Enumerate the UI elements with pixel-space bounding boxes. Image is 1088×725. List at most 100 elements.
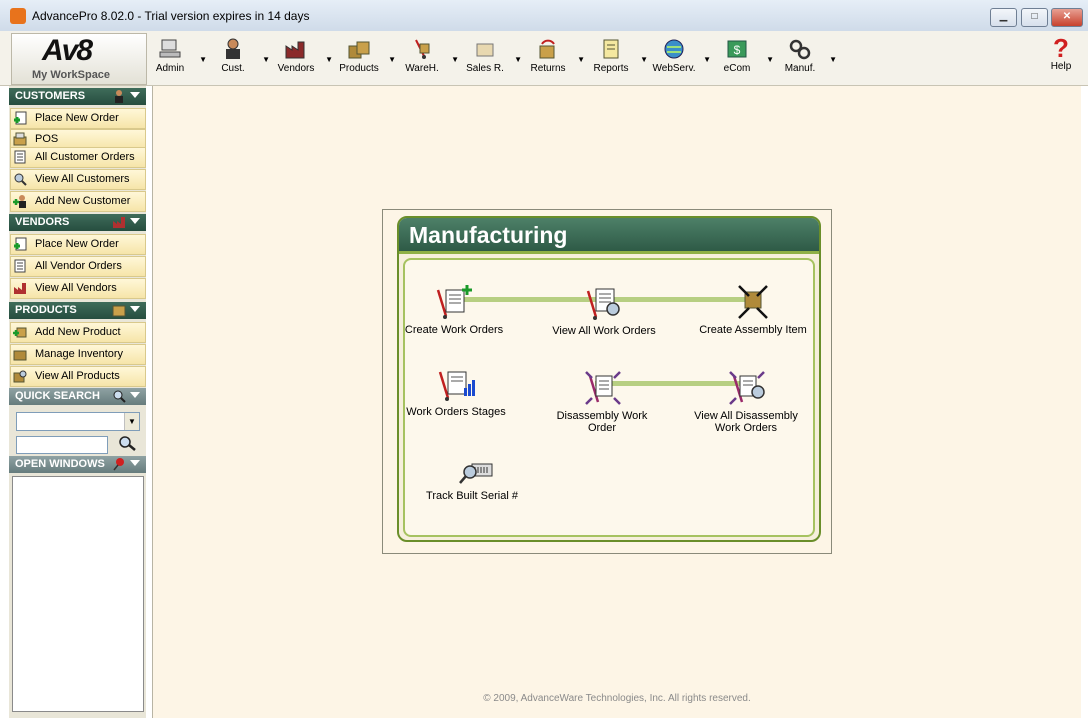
sidebar-customer-view-all[interactable]: View All Customers — [10, 169, 146, 190]
collapse-arrow-icon[interactable] — [130, 392, 140, 398]
create-work-orders-link[interactable]: Create Work Orders — [399, 284, 509, 336]
av8-logo[interactable]: Av8 My WorkSpace — [11, 33, 147, 85]
manufacturing-body: Create Work Orders View All Work Orders … — [403, 258, 815, 537]
quick-search-type-select[interactable]: ▼ — [16, 412, 140, 431]
toolbar-products[interactable]: Products ▼ — [331, 35, 396, 83]
sidebar-customer-all-orders[interactable]: All Customer Orders — [10, 147, 146, 168]
help-icon: ? — [1053, 33, 1069, 63]
sidebar-vendor-all-orders[interactable]: All Vendor Orders — [10, 256, 146, 277]
sidebar-item-label: Add New Product — [35, 326, 121, 338]
sidebar-item-label: All Vendor Orders — [35, 260, 122, 272]
toolbar-label: Returns — [530, 63, 566, 74]
toolbar-customers[interactable]: Cust. ▼ — [205, 35, 270, 83]
collapse-arrow-icon[interactable] — [130, 92, 140, 98]
returns-icon — [539, 39, 555, 59]
add-customer-icon — [13, 195, 26, 208]
sidebar-vendor-view-all[interactable]: View All Vendors — [10, 278, 146, 299]
serial-search-icon — [459, 463, 493, 484]
main-workspace: Manufacturing Create Work Orders View Al… — [152, 86, 1081, 718]
toolbar-reports[interactable]: Reports ▼ — [583, 35, 648, 83]
view-work-orders-icon — [586, 288, 620, 320]
sidebar-product-add-new[interactable]: Add New Product — [10, 322, 146, 343]
svg-text:$: $ — [734, 43, 741, 57]
open-windows-list[interactable] — [12, 476, 144, 712]
manufacturing-gears-icon — [789, 39, 811, 60]
products-section-header[interactable]: PRODUCTS — [9, 302, 146, 319]
open-windows-header[interactable]: OPEN WINDOWS — [9, 456, 146, 473]
title-bar: AdvancePro 8.02.0 - Trial version expire… — [0, 0, 1088, 32]
sidebar-customer-add-new[interactable]: Add New Customer — [10, 191, 146, 212]
sidebar-item-label: Manage Inventory — [35, 348, 124, 360]
collapse-arrow-icon[interactable] — [130, 218, 140, 224]
section-title: OPEN WINDOWS — [15, 458, 105, 470]
product-box-icon — [112, 305, 126, 317]
add-order-icon — [14, 111, 27, 125]
customer-search-icon — [14, 173, 27, 186]
maximize-button[interactable]: □ — [1021, 8, 1048, 27]
admin-computer-icon — [159, 39, 181, 58]
work-order-stages-icon — [438, 371, 475, 401]
work-orders-stages-link[interactable]: Work Orders Stages — [401, 366, 511, 418]
disassembly-work-order-link[interactable]: Disassembly Work Order — [547, 370, 657, 434]
section-title: VENDORS — [15, 216, 70, 228]
track-built-serial-label: Track Built Serial # — [426, 490, 518, 502]
help-label: Help — [1050, 61, 1072, 72]
copyright-text: © 2009, AdvanceWare Technologies, Inc. A… — [483, 693, 751, 704]
toolbar-label: Manuf. — [784, 63, 816, 74]
orders-list-icon — [14, 259, 26, 273]
toolbar-admin[interactable]: Admin ▼ — [142, 35, 207, 83]
pos-register-icon — [13, 132, 27, 146]
search-go-icon[interactable] — [114, 434, 140, 453]
toolbar-webserv[interactable]: WebServ. ▼ — [646, 35, 711, 83]
sidebar-product-view-all[interactable]: View All Products — [10, 366, 146, 387]
sidebar-customer-place-order[interactable]: Place New Order — [10, 108, 146, 129]
close-button[interactable]: ✕ — [1051, 8, 1083, 27]
toolbar-label: Sales R. — [466, 63, 504, 74]
toolbar-warehouse[interactable]: WareH. ▼ — [394, 35, 459, 83]
help-button[interactable]: ? Help — [1044, 35, 1078, 72]
track-built-serial-link[interactable]: Track Built Serial # — [407, 460, 537, 502]
minimize-button[interactable]: ▁ — [990, 8, 1017, 27]
view-all-disassembly-link[interactable]: View All Disassembly Work Orders — [691, 370, 801, 434]
quick-search-input[interactable] — [16, 436, 108, 454]
customer-person-icon — [226, 38, 240, 59]
manufacturing-header: Manufacturing — [399, 218, 819, 254]
quick-search-header[interactable]: QUICK SEARCH — [9, 388, 146, 405]
sidebar-vendor-place-order[interactable]: Place New Order — [10, 234, 146, 255]
customers-section-header[interactable]: CUSTOMERS — [9, 88, 146, 105]
sidebar-item-label: All Customer Orders — [35, 151, 135, 163]
create-assembly-item-link[interactable]: Create Assembly Item — [698, 284, 808, 336]
toolbar-sales-returns[interactable]: Sales R. ▼ — [457, 35, 522, 83]
view-all-work-orders-link[interactable]: View All Work Orders — [549, 285, 659, 337]
chevron-down-icon[interactable]: ▼ — [124, 413, 139, 430]
vendor-search-icon — [14, 283, 26, 294]
reports-icon — [603, 39, 619, 59]
sidebar-item-label: View All Vendors — [35, 282, 117, 294]
logo-workspace: My WorkSpace — [32, 69, 111, 81]
toolbar-label: WebServ. — [652, 63, 696, 74]
create-assembly-item-label: Create Assembly Item — [699, 324, 807, 336]
disassembly-work-order-label: Disassembly Work Order — [556, 410, 648, 434]
customer-person-icon — [115, 90, 123, 103]
collapse-arrow-icon[interactable] — [130, 460, 140, 466]
orders-list-icon — [14, 150, 26, 164]
toolbar-returns[interactable]: Returns ▼ — [520, 35, 585, 83]
inventory-box-icon — [13, 350, 27, 361]
vendor-factory-icon — [285, 41, 305, 59]
sidebar-item-label: Add New Customer — [35, 195, 131, 207]
toolbar-label: Products — [339, 63, 379, 74]
toolbar-ecom[interactable]: $ eCom ▼ — [709, 35, 774, 83]
sidebar-product-manage-inventory[interactable]: Manage Inventory — [10, 344, 146, 365]
assembly-box-icon — [738, 285, 768, 319]
toolbar-vendors[interactable]: Vendors ▼ — [268, 35, 333, 83]
sidebar-item-label: Place New Order — [35, 238, 119, 250]
toolbar-label: Vendors — [277, 63, 315, 74]
toolbar-label: Cust. — [221, 63, 245, 74]
section-title: PRODUCTS — [15, 304, 77, 316]
add-order-icon — [14, 237, 27, 251]
vendors-section-header[interactable]: VENDORS — [9, 214, 146, 231]
toolbar-manufacturing[interactable]: Manuf. ▼ — [772, 35, 837, 83]
collapse-arrow-icon[interactable] — [130, 306, 140, 312]
manufacturing-panel: Manufacturing Create Work Orders View Al… — [382, 209, 832, 554]
dropdown-arrow-icon[interactable]: ▼ — [829, 55, 837, 64]
